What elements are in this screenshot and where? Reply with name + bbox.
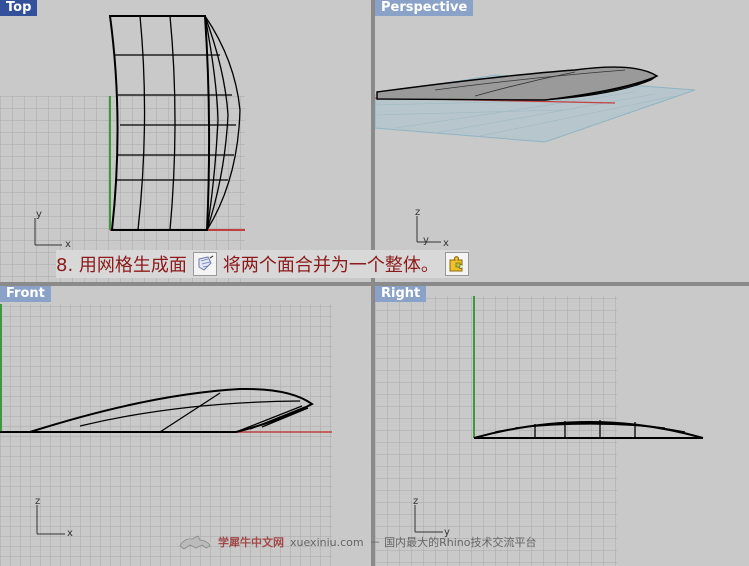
- rhino-logo-icon: [179, 535, 211, 550]
- viewport-front[interactable]: z x Front: [0, 286, 371, 566]
- grid: [375, 296, 617, 566]
- svg-text:z: z: [415, 207, 420, 218]
- instruction-text-1: 8. 用网格生成面: [56, 255, 187, 276]
- svg-text:z: z: [35, 496, 40, 507]
- svg-text:x: x: [67, 528, 73, 539]
- svg-text:y: y: [423, 235, 429, 246]
- mesh-surface-icon: [192, 252, 217, 276]
- instruction-caption: 8. 用网格生成面 将两个面合并为一个整体。: [56, 250, 469, 278]
- svg-text:x: x: [65, 239, 71, 250]
- join-puzzle-icon: [444, 252, 469, 276]
- right-view-canvas[interactable]: z y: [375, 286, 749, 566]
- instruction-text-2: 将两个面合并为一个整体。: [222, 255, 439, 276]
- viewport-label-top[interactable]: Top: [0, 0, 38, 16]
- watermark: 学犀牛中文网 xuexiniu.com － 国内最大的Rhino技术交流平台: [178, 532, 537, 552]
- axis-gizmo-perspective: z y x: [415, 207, 449, 249]
- viewport-label-perspective[interactable]: Perspective: [375, 0, 474, 16]
- top-view-canvas[interactable]: y x: [0, 0, 371, 282]
- front-view-canvas[interactable]: z x: [0, 286, 371, 566]
- watermark-url: xuexiniu.com: [290, 535, 364, 549]
- perspective-view-canvas[interactable]: z y x: [375, 0, 749, 282]
- viewport-right[interactable]: z y Right: [375, 286, 749, 566]
- svg-text:x: x: [443, 238, 449, 249]
- watermark-site-name: 学犀牛中文网: [218, 536, 284, 549]
- watermark-tagline: － 国内最大的Rhino技术交流平台: [369, 536, 537, 549]
- viewport-label-front[interactable]: Front: [0, 286, 51, 302]
- viewport-perspective[interactable]: z y x Perspective: [375, 0, 749, 282]
- svg-text:y: y: [36, 209, 42, 220]
- svg-text:z: z: [413, 496, 418, 507]
- viewport-top[interactable]: y x Top: [0, 0, 371, 282]
- grid: [0, 304, 332, 566]
- viewport-label-right[interactable]: Right: [375, 286, 427, 302]
